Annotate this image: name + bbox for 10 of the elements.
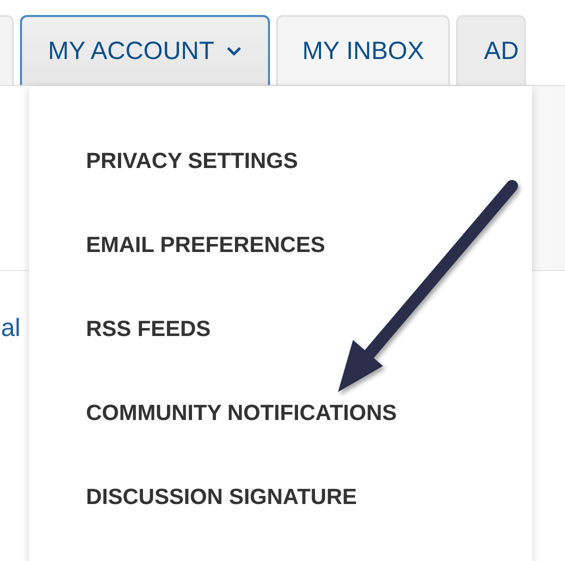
tab[interactable]: AD bbox=[456, 15, 526, 85]
menu-item[interactable]: DISCUSSION SIGNATURE bbox=[86, 470, 357, 554]
chevron-down-icon bbox=[226, 46, 242, 56]
tab[interactable]: MY INBOX bbox=[276, 15, 450, 85]
menu-item[interactable]: COMMUNITY NOTIFICATIONS bbox=[86, 386, 397, 470]
account-tab[interactable]: MY ACCOUNT bbox=[20, 15, 270, 85]
link-text[interactable]: al bbox=[1, 314, 20, 343]
menu-item[interactable]: PRIVACY SETTINGS bbox=[86, 134, 298, 218]
menu-item[interactable]: EMAIL PREFERENCES bbox=[86, 218, 326, 302]
menu-item[interactable]: RSS FEEDS bbox=[86, 302, 211, 386]
